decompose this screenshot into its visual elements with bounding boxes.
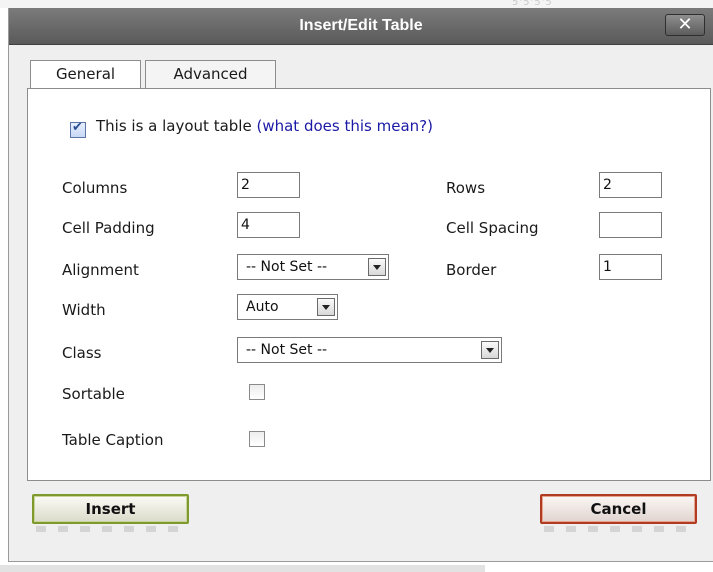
columns-input[interactable]: 2 bbox=[237, 172, 300, 198]
alignment-select[interactable]: -- Not Set -- bbox=[237, 254, 389, 280]
layout-table-checkbox[interactable] bbox=[70, 120, 86, 138]
width-value: Auto bbox=[246, 299, 279, 315]
insert-button[interactable]: Insert bbox=[32, 494, 189, 524]
class-select[interactable]: -- Not Set -- bbox=[237, 337, 502, 363]
sortable-label: Sortable bbox=[62, 385, 125, 403]
chevron-down-icon bbox=[481, 341, 499, 359]
tab-advanced[interactable]: Advanced bbox=[145, 60, 276, 88]
border-label: Border bbox=[446, 261, 497, 279]
alignment-label: Alignment bbox=[62, 261, 139, 279]
what-does-this-mean-link[interactable]: (what does this mean?) bbox=[256, 117, 432, 135]
chevron-down-icon bbox=[368, 258, 386, 276]
insert-button-shadow bbox=[36, 526, 186, 532]
width-label: Width bbox=[62, 301, 106, 319]
insert-edit-table-dialog: Insert/Edit Table ✕ General Advanced Thi… bbox=[8, 8, 713, 562]
table-caption-label: Table Caption bbox=[62, 431, 164, 449]
close-icon: ✕ bbox=[677, 14, 693, 35]
background-bottom bbox=[0, 562, 713, 572]
background-ghost-text: 5'5'5'5 bbox=[512, 0, 553, 8]
cell-spacing-label: Cell Spacing bbox=[446, 219, 539, 237]
general-panel: This is a layout table (what does this m… bbox=[27, 88, 711, 481]
rows-label: Rows bbox=[446, 179, 486, 197]
cancel-button[interactable]: Cancel bbox=[540, 494, 697, 524]
cancel-button-shadow bbox=[544, 526, 694, 532]
chevron-down-icon bbox=[317, 298, 335, 316]
layout-table-label-row: This is a layout table (what does this m… bbox=[96, 117, 433, 135]
background-bar bbox=[0, 565, 485, 572]
dialog-titlebar[interactable]: Insert/Edit Table ✕ bbox=[9, 8, 713, 45]
border-input[interactable]: 1 bbox=[599, 254, 662, 280]
class-label: Class bbox=[62, 344, 102, 362]
cell-spacing-input[interactable] bbox=[599, 212, 662, 238]
rows-input[interactable]: 2 bbox=[599, 172, 662, 198]
columns-label: Columns bbox=[62, 179, 128, 197]
cell-padding-label: Cell Padding bbox=[62, 219, 155, 237]
close-button[interactable]: ✕ bbox=[665, 14, 705, 36]
cell-padding-input[interactable]: 4 bbox=[237, 212, 300, 238]
sortable-checkbox[interactable] bbox=[249, 384, 265, 400]
layout-table-label: This is a layout table bbox=[96, 117, 252, 135]
dialog-title: Insert/Edit Table bbox=[299, 17, 423, 34]
width-select[interactable]: Auto bbox=[237, 294, 338, 320]
tab-general[interactable]: General bbox=[30, 60, 141, 89]
alignment-value: -- Not Set -- bbox=[246, 259, 328, 275]
background-top: 5'5'5'5 bbox=[0, 0, 713, 8]
class-value: -- Not Set -- bbox=[246, 342, 328, 358]
table-caption-checkbox[interactable] bbox=[249, 431, 265, 447]
